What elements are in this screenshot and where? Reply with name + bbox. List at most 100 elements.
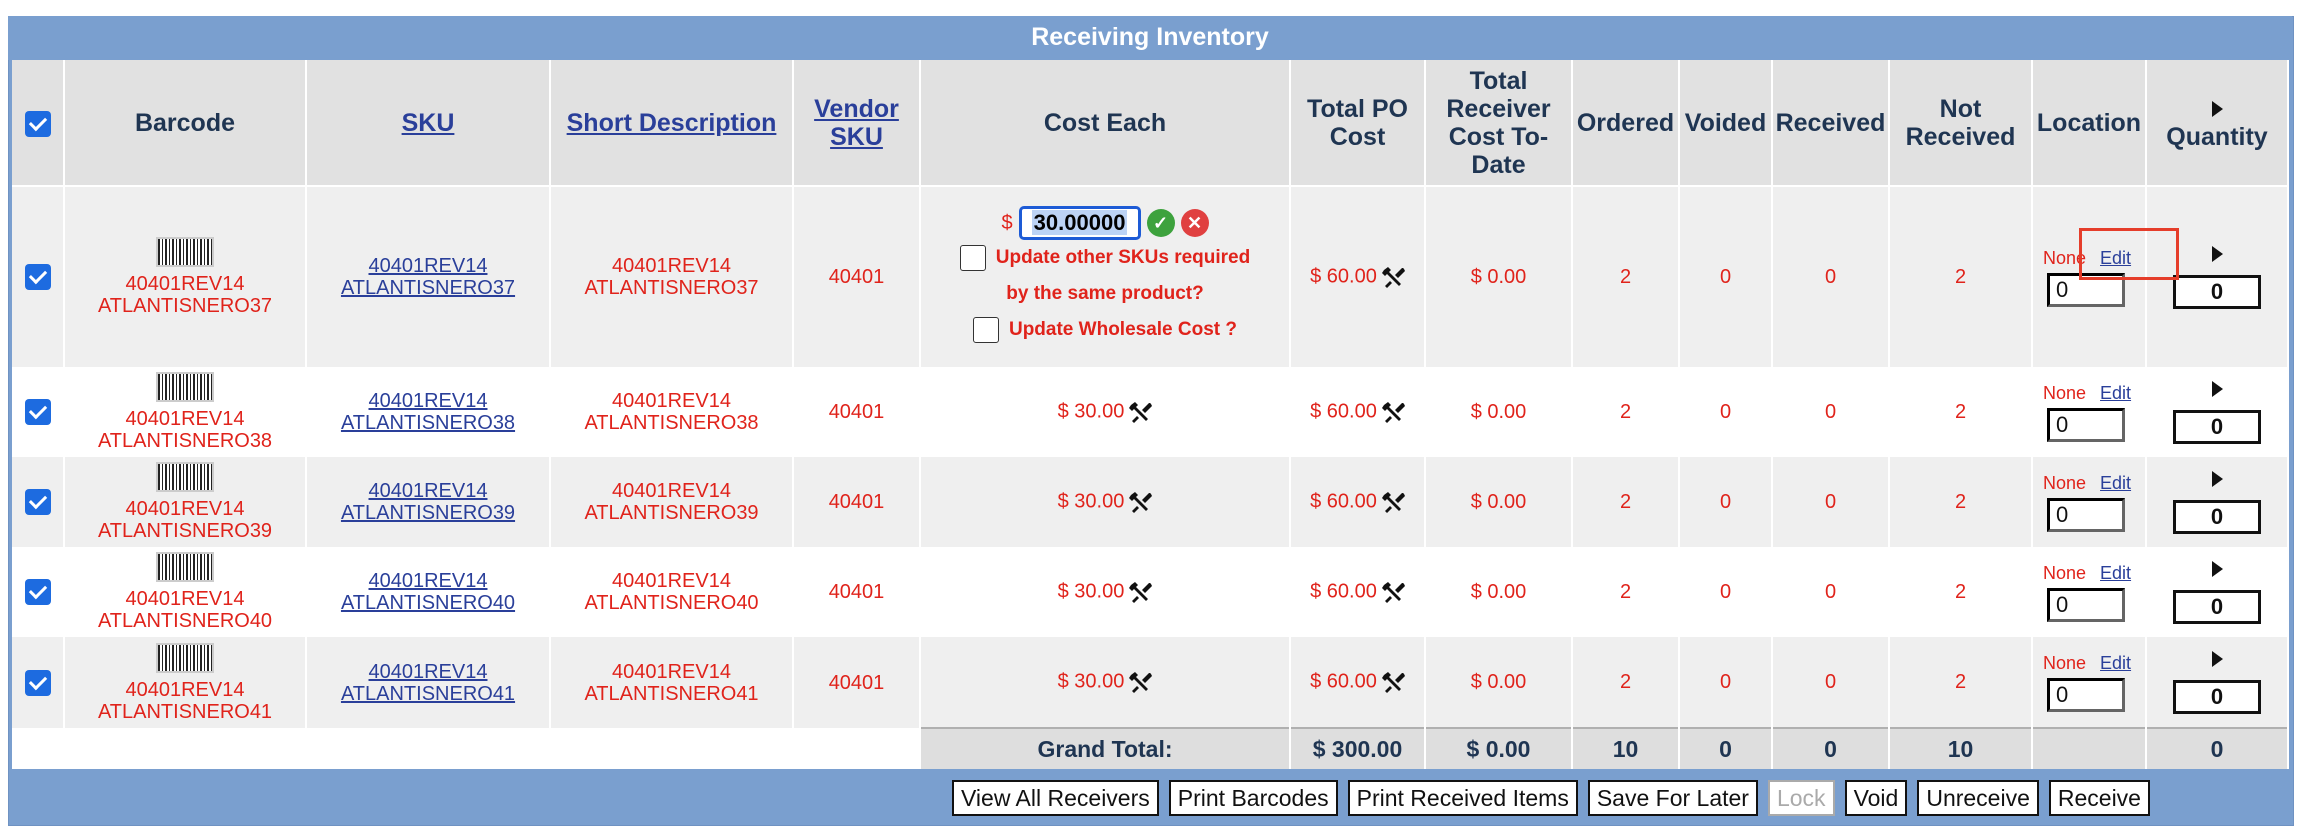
triangle-right-icon[interactable]: [2211, 561, 2223, 577]
lock-button: Lock: [1767, 780, 1835, 816]
description-line-2: ATLANTISNERO38: [584, 412, 759, 434]
sku-link[interactable]: 40401REV14 ATLANTISNERO39: [341, 480, 515, 524]
location-cell: None Edit 0: [2032, 637, 2147, 728]
row-checkbox[interactable]: [24, 489, 51, 515]
tools-icon[interactable]: [1381, 490, 1405, 514]
receive-button[interactable]: Receive: [2048, 780, 2150, 816]
sku-link[interactable]: 40401REV14 ATLANTISNERO37: [341, 255, 515, 299]
receiver-cost: $ 0.00: [1425, 367, 1573, 457]
tools-icon[interactable]: [1128, 580, 1153, 604]
receiver-cost: $ 0.00: [1425, 186, 1573, 367]
description-line-2: ATLANTISNERO40: [584, 592, 759, 614]
sku-link[interactable]: 40401REV14 ATLANTISNERO40: [341, 570, 515, 614]
row-checkbox[interactable]: [24, 669, 51, 696]
sku-line-2[interactable]: ATLANTISNERO38: [341, 412, 515, 434]
header-sku[interactable]: SKU: [306, 60, 551, 187]
location-input[interactable]: 0: [2047, 273, 2125, 307]
vendor-sku: 40401: [793, 637, 921, 728]
select-all-header[interactable]: [12, 60, 65, 187]
tools-icon[interactable]: [1381, 580, 1405, 604]
tools-icon[interactable]: [1381, 400, 1405, 424]
sku-link[interactable]: 40401REV14 ATLANTISNERO41: [341, 661, 515, 705]
location-edit-link[interactable]: Edit: [2100, 248, 2131, 268]
sku-line-2[interactable]: ATLANTISNERO39: [341, 502, 515, 524]
receiving-table: Barcode SKU Short Description Vendor SKU…: [12, 60, 2289, 769]
quantity-cell: 0: [2146, 637, 2289, 728]
tools-icon[interactable]: [1128, 490, 1153, 514]
header-short-description[interactable]: Short Description: [550, 60, 794, 187]
triangle-right-icon[interactable]: [2211, 246, 2223, 262]
sort-sku-link[interactable]: SKU: [402, 109, 455, 137]
cost-each: $ 30.00: [1057, 580, 1125, 603]
location-input[interactable]: 0: [2047, 588, 2125, 622]
cost-each-value[interactable]: 30.00000: [1031, 210, 1128, 235]
sku-link[interactable]: 40401REV14 ATLANTISNERO38: [341, 390, 515, 434]
sku-line-1[interactable]: 40401REV14: [369, 661, 488, 683]
location-edit-link[interactable]: Edit: [2100, 653, 2131, 673]
triangle-right-icon[interactable]: [2211, 381, 2223, 397]
update-other-skus-option[interactable]: Update other SKUs required by the same pr…: [921, 240, 1289, 312]
header-quantity[interactable]: Quantity: [2146, 60, 2289, 187]
description-line-1: 40401REV14: [612, 660, 731, 683]
header-ordered: Ordered: [1572, 60, 1680, 187]
triangle-right-icon[interactable]: [2211, 471, 2223, 487]
quantity-input[interactable]: 0: [2173, 410, 2261, 444]
update-wholesale-option[interactable]: Update Wholesale Cost ?: [921, 312, 1289, 348]
quantity-input[interactable]: 0: [2173, 275, 2261, 309]
tools-icon[interactable]: [1381, 265, 1405, 289]
unreceive-button[interactable]: Unreceive: [1917, 780, 2039, 816]
tools-icon[interactable]: [1381, 670, 1405, 694]
sku-line-1[interactable]: 40401REV14: [369, 570, 488, 592]
tools-icon[interactable]: [1128, 670, 1153, 694]
cost-each-input[interactable]: 30.00000: [1018, 206, 1141, 240]
quantity-cell: 0: [2146, 367, 2289, 457]
quantity-input[interactable]: 0: [2173, 500, 2261, 534]
barcode-icon[interactable]: [156, 462, 214, 492]
quantity-input[interactable]: 0: [2173, 680, 2261, 714]
print-barcodes-button[interactable]: Print Barcodes: [1168, 780, 1338, 816]
row-checkbox[interactable]: [24, 264, 51, 290]
not-received-count: 2: [1889, 637, 2033, 728]
total-po-cost: $ 60.00: [1310, 580, 1377, 603]
print-received-items-button[interactable]: Print Received Items: [1347, 780, 1578, 816]
barcode-icon[interactable]: [156, 237, 214, 267]
triangle-right-icon[interactable]: [2211, 100, 2223, 117]
sku-line-1[interactable]: 40401REV14: [369, 480, 488, 502]
location-input[interactable]: 0: [2047, 498, 2125, 532]
cancel-icon[interactable]: ✕: [1180, 209, 1209, 237]
barcode-icon[interactable]: [156, 372, 214, 402]
barcode-icon[interactable]: [156, 642, 214, 673]
sku-line-2[interactable]: ATLANTISNERO41: [341, 683, 515, 705]
description-line-2: ATLANTISNERO41: [584, 682, 759, 705]
received-count: 0: [1772, 186, 1890, 367]
location-edit-link[interactable]: Edit: [2100, 383, 2131, 403]
header-vendor-sku[interactable]: Vendor SKU: [793, 60, 921, 187]
sku-line-2[interactable]: ATLANTISNERO40: [341, 592, 515, 614]
grand-total-voided: 0: [1679, 727, 1773, 769]
sku-line-1[interactable]: 40401REV14: [369, 390, 488, 412]
location-edit-link[interactable]: Edit: [2100, 473, 2131, 493]
row-checkbox[interactable]: [24, 579, 51, 605]
save-for-later-button[interactable]: Save For Later: [1587, 780, 1758, 816]
barcode-icon[interactable]: [156, 552, 214, 582]
update-other-skus-checkbox[interactable]: [959, 244, 986, 271]
sku-line-2[interactable]: ATLANTISNERO37: [341, 277, 515, 299]
row-checkbox[interactable]: [24, 399, 51, 425]
location-input[interactable]: 0: [2047, 678, 2125, 712]
view-all-receivers-button[interactable]: View All Receivers: [952, 780, 1159, 816]
sku-line-1[interactable]: 40401REV14: [369, 255, 488, 277]
confirm-icon[interactable]: ✓: [1146, 209, 1175, 237]
triangle-right-icon[interactable]: [2211, 651, 2223, 667]
tools-icon[interactable]: [1128, 400, 1153, 424]
update-wholesale-checkbox[interactable]: [972, 316, 999, 343]
header-total-po-cost: Total PO Cost: [1290, 60, 1426, 187]
location-input[interactable]: 0: [2047, 408, 2125, 442]
sort-vendor-sku-link[interactable]: Vendor SKU: [814, 95, 899, 151]
location-edit-link[interactable]: Edit: [2100, 563, 2131, 583]
void-button[interactable]: Void: [1844, 780, 1908, 816]
description-line-1: 40401REV14: [612, 480, 731, 502]
quantity-input[interactable]: 0: [2173, 590, 2261, 624]
update-wholesale-label: Update Wholesale Cost ?: [1008, 319, 1238, 340]
select-all-checkbox[interactable]: [24, 110, 51, 137]
sort-description-link[interactable]: Short Description: [567, 109, 777, 137]
